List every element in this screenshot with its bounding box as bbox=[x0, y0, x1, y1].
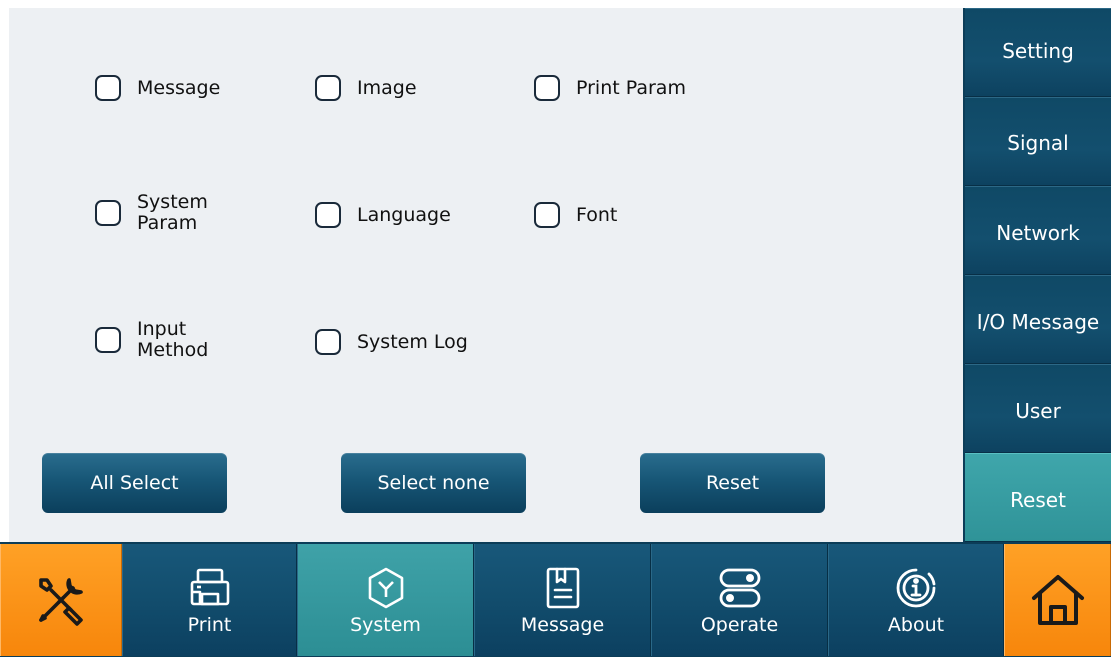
message-icon bbox=[546, 567, 579, 609]
nav-system[interactable]: System bbox=[297, 544, 474, 656]
all-select-button[interactable]: All Select bbox=[42, 453, 227, 513]
checkbox-system-param[interactable]: System Param bbox=[95, 192, 208, 234]
nav-about[interactable]: About bbox=[828, 544, 1004, 656]
nav-label: Print bbox=[187, 614, 232, 636]
nav-label: System bbox=[350, 614, 421, 636]
sidebar: Setting Signal Network I/O Message User … bbox=[965, 8, 1111, 542]
nav-label: Message bbox=[520, 614, 605, 636]
sidebar-item-setting[interactable]: Setting bbox=[965, 8, 1111, 97]
checkbox-message[interactable]: Message bbox=[95, 75, 220, 101]
nav-print[interactable]: Print bbox=[122, 544, 297, 656]
nav-label: Operate bbox=[700, 614, 779, 636]
sidebar-item-label: Signal bbox=[1007, 130, 1069, 155]
info-icon bbox=[896, 568, 936, 608]
tools-button[interactable] bbox=[0, 544, 122, 656]
home-icon bbox=[1031, 575, 1084, 625]
sidebar-item-label: User bbox=[1015, 398, 1061, 423]
bottom-nav: Print System Message Operate About bbox=[0, 542, 1111, 657]
checkbox-input-method[interactable]: Input Method bbox=[95, 319, 208, 361]
sidebar-item-signal[interactable]: Signal bbox=[965, 97, 1111, 186]
nav-label: About bbox=[887, 614, 945, 636]
select-none-label: Select none bbox=[377, 472, 490, 494]
sidebar-item-label: Network bbox=[996, 220, 1080, 245]
checkbox-box[interactable] bbox=[95, 75, 121, 101]
checkbox-print-param[interactable]: Print Param bbox=[534, 75, 686, 101]
checkbox-image[interactable]: Image bbox=[315, 75, 417, 101]
checkbox-label: System Log bbox=[357, 330, 468, 353]
checkbox-label: Image bbox=[357, 76, 417, 99]
reset-button[interactable]: Reset bbox=[640, 453, 825, 513]
operate-icon bbox=[719, 568, 760, 608]
checkbox-box[interactable] bbox=[534, 75, 560, 101]
checkbox-label: Font bbox=[576, 203, 618, 226]
reset-label: Reset bbox=[705, 472, 760, 494]
sidebar-item-network[interactable]: Network bbox=[965, 186, 1111, 275]
nav-message[interactable]: Message bbox=[474, 544, 651, 656]
checkbox-language[interactable]: Language bbox=[315, 202, 451, 228]
checkbox-box[interactable] bbox=[95, 200, 121, 226]
checkbox-label: System Param bbox=[137, 191, 208, 234]
printer-icon bbox=[190, 568, 229, 606]
sidebar-item-label: I/O Message bbox=[976, 309, 1100, 334]
checkbox-box[interactable] bbox=[95, 327, 121, 353]
checkbox-font[interactable]: Font bbox=[534, 202, 617, 228]
system-icon bbox=[368, 567, 403, 609]
checkbox-box[interactable] bbox=[315, 75, 341, 101]
checkbox-box[interactable] bbox=[315, 329, 341, 355]
sidebar-item-label: Setting bbox=[1002, 38, 1074, 63]
all-select-label: All Select bbox=[90, 472, 179, 494]
home-button[interactable] bbox=[1004, 544, 1111, 656]
nav-operate[interactable]: Operate bbox=[651, 544, 828, 656]
checkbox-label: Message bbox=[137, 76, 221, 99]
checkbox-system-log[interactable]: System Log bbox=[315, 329, 468, 355]
sidebar-item-reset[interactable]: Reset bbox=[965, 453, 1111, 542]
checkbox-label: Language bbox=[357, 203, 451, 226]
checkbox-box[interactable] bbox=[315, 202, 341, 228]
checkbox-label: Input Method bbox=[137, 318, 209, 361]
tools-icon bbox=[39, 578, 83, 626]
sidebar-item-io-message[interactable]: I/O Message bbox=[965, 275, 1111, 364]
select-none-button[interactable]: Select none bbox=[341, 453, 526, 513]
checkbox-label: Print Param bbox=[576, 76, 686, 99]
sidebar-item-user[interactable]: User bbox=[965, 364, 1111, 453]
sidebar-item-label: Reset bbox=[1010, 487, 1066, 512]
checkbox-box[interactable] bbox=[534, 202, 560, 228]
